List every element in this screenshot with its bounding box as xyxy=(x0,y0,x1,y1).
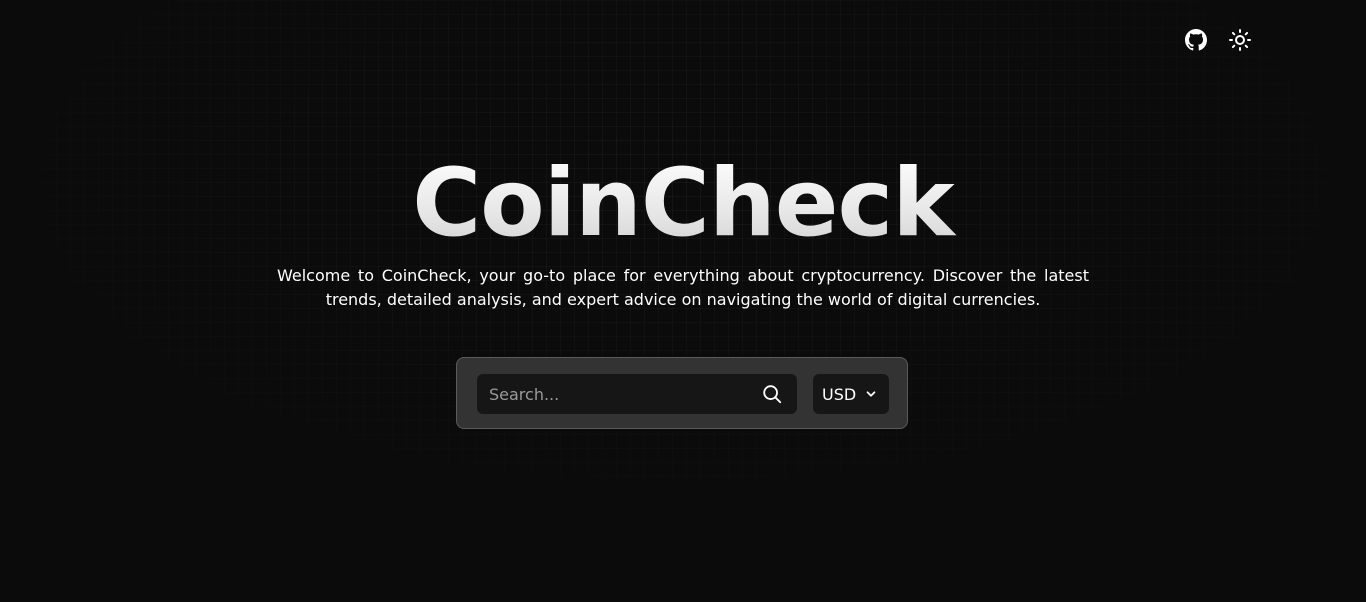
sun-icon xyxy=(1229,29,1251,51)
search-box xyxy=(477,374,797,414)
page-title: CoinCheck xyxy=(0,150,1366,258)
theme-toggle-button[interactable] xyxy=(1228,28,1252,52)
hero-description: Welcome to CoinCheck, your go-to place f… xyxy=(277,266,1089,309)
search-input[interactable] xyxy=(477,374,747,414)
top-actions xyxy=(1184,28,1252,52)
page: CoinCheck Welcome to CoinCheck, your go-… xyxy=(0,0,1366,602)
currency-selected-value: USD xyxy=(822,384,857,404)
hero-section: CoinCheck Welcome to CoinCheck, your go-… xyxy=(0,150,1366,312)
search-icon[interactable] xyxy=(761,383,783,405)
chevron-down-icon xyxy=(866,391,876,397)
github-icon xyxy=(1185,29,1207,51)
search-panel: USD xyxy=(456,357,908,429)
currency-select[interactable]: USD xyxy=(813,374,889,414)
github-link[interactable] xyxy=(1184,28,1208,52)
